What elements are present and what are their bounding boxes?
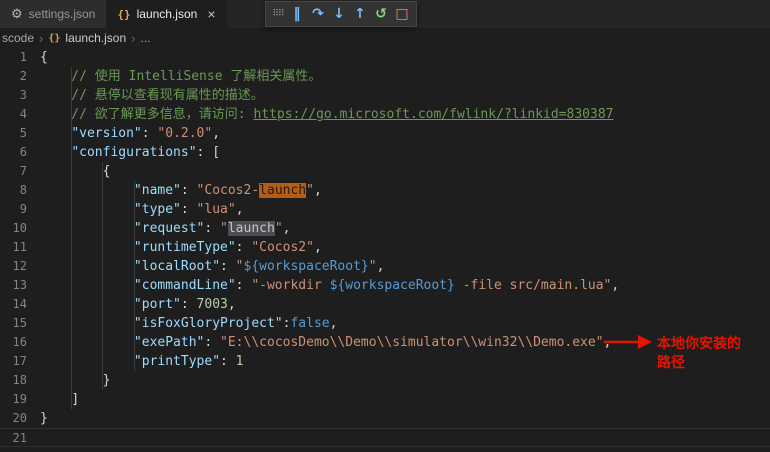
code-line[interactable]: 4 // 欲了解更多信息，请访问: https://go.microsoft.c… [0, 105, 770, 124]
annotation-arrow-icon [604, 335, 652, 349]
line-number[interactable]: 3 [0, 86, 27, 105]
code-content: "port": 7003, [133, 297, 236, 312]
debug-toolbar: ⠿⠿ ‖ ↷ ↓ ↑ ↺ □ [265, 1, 417, 27]
code-content [27, 429, 40, 446]
line-number[interactable]: 2 [0, 67, 27, 86]
code-content: // 悬停以查看现有属性的描述。 [40, 88, 264, 103]
code-content: } [40, 411, 48, 426]
json-braces-icon: {} [48, 32, 61, 44]
chevron-right-icon: › [131, 30, 136, 46]
annotation-line-1: 本地你安装的 [657, 336, 741, 352]
code-content: "printType": 1 [133, 354, 244, 369]
code-content: { [102, 164, 111, 179]
code-content: "exePath": "E:\\cocosDemo\\Demo\\simulat… [133, 335, 611, 350]
line-number[interactable]: 18 [0, 371, 27, 390]
code-line[interactable]: 6 "configurations": [ [0, 143, 770, 162]
code-content: "isFoxGloryProject":false, [133, 316, 338, 331]
code-line[interactable]: 7 { [0, 162, 770, 181]
editor-lines: 1{2 // 使用 IntelliSense 了解相关属性。 3 // 悬停以查看… [0, 48, 770, 447]
line-number[interactable]: 19 [0, 390, 27, 409]
drag-handle-icon[interactable]: ⠿⠿ [270, 3, 286, 25]
indent-guide [102, 162, 103, 390]
code-line[interactable]: 21 [0, 428, 770, 447]
step-out-icon[interactable]: ↑ [350, 3, 370, 25]
line-number[interactable]: 6 [0, 143, 27, 162]
line-number[interactable]: 8 [0, 181, 27, 200]
code-line[interactable]: 15 "isFoxGloryProject":false, [0, 314, 770, 333]
code-editor[interactable]: 1{2 // 使用 IntelliSense 了解相关属性。 3 // 悬停以查看… [0, 48, 770, 452]
tab-bar: ⚙ settings.json {} launch.json × ⠿⠿ ‖ ↷ ↓ ↑ ↺… [0, 0, 770, 28]
line-number[interactable]: 9 [0, 200, 27, 219]
line-number[interactable]: 20 [0, 409, 27, 428]
code-line[interactable]: 8 "name": "Cocos2-launch", [0, 181, 770, 200]
line-number[interactable]: 17 [0, 352, 27, 371]
line-number[interactable]: 16 [0, 333, 27, 352]
code-content: "configurations": [ [71, 145, 221, 160]
annotation-text: 本地你安装的 路径 [657, 335, 741, 373]
tab-launch-json[interactable]: {} launch.json × [106, 0, 227, 28]
code-content: "request": "launch", [133, 221, 291, 236]
pause-icon[interactable]: ‖ [287, 3, 307, 25]
code-line[interactable]: 9 "type": "lua", [0, 200, 770, 219]
indent-guide [134, 181, 135, 371]
line-number[interactable]: 15 [0, 314, 27, 333]
code-line[interactable]: 17 "printType": 1 [0, 352, 770, 371]
line-number[interactable]: 13 [0, 276, 27, 295]
code-line[interactable]: 3 // 悬停以查看现有属性的描述。 [0, 86, 770, 105]
gear-icon: ⚙ [11, 6, 23, 21]
line-number[interactable]: 7 [0, 162, 27, 181]
tab-label: launch.json [136, 7, 198, 21]
code-content: // 欲了解更多信息，请访问: https://go.microsoft.com… [40, 107, 614, 122]
code-line[interactable]: 14 "port": 7003, [0, 295, 770, 314]
step-over-icon[interactable]: ↷ [308, 3, 328, 25]
code-line[interactable]: 20} [0, 409, 770, 428]
code-content: "version": "0.2.0", [71, 126, 221, 141]
code-content: "type": "lua", [133, 202, 244, 217]
restart-icon[interactable]: ↺ [371, 3, 391, 25]
code-content: } [102, 373, 111, 388]
code-line[interactable]: 19 ] [0, 390, 770, 409]
code-line[interactable]: 10 "request": "launch", [0, 219, 770, 238]
code-line[interactable]: 18 } [0, 371, 770, 390]
close-tab-icon[interactable]: × [207, 6, 215, 22]
line-number[interactable]: 4 [0, 105, 27, 124]
step-into-icon[interactable]: ↓ [329, 3, 349, 25]
code-line[interactable]: 1{ [0, 48, 770, 67]
line-number[interactable]: 21 [0, 429, 27, 446]
breadcrumb: scode › {} launch.json › ... [0, 28, 770, 48]
code-content: "commandLine": "-workdir ${workspaceRoot… [133, 278, 620, 293]
code-line[interactable]: 11 "runtimeType": "Cocos2", [0, 238, 770, 257]
code-line[interactable]: 2 // 使用 IntelliSense 了解相关属性。 [0, 67, 770, 86]
stop-icon[interactable]: □ [392, 3, 412, 25]
code-line[interactable]: 16 "exePath": "E:\\cocosDemo\\Demo\\simu… [0, 333, 770, 352]
line-number[interactable]: 14 [0, 295, 27, 314]
code-line[interactable]: 12 "localRoot": "${workspaceRoot}", [0, 257, 770, 276]
breadcrumb-file[interactable]: launch.json [65, 31, 126, 45]
line-number[interactable]: 5 [0, 124, 27, 143]
breadcrumb-folder[interactable]: scode [2, 31, 34, 45]
indent-guide [71, 67, 72, 409]
line-number[interactable]: 10 [0, 219, 27, 238]
json-braces-icon: {} [117, 7, 131, 21]
line-number[interactable]: 11 [0, 238, 27, 257]
breadcrumb-symbol-more[interactable]: ... [140, 31, 150, 45]
code-line[interactable]: 13 "commandLine": "-workdir ${workspaceR… [0, 276, 770, 295]
annotation-line-2: 路径 [657, 355, 685, 371]
code-content: { [40, 50, 48, 65]
code-line[interactable]: 5 "version": "0.2.0", [0, 124, 770, 143]
tab-label: settings.json [28, 7, 96, 21]
chevron-right-icon: › [39, 30, 44, 46]
line-number[interactable]: 1 [0, 48, 27, 67]
tab-settings-json[interactable]: ⚙ settings.json [0, 0, 107, 28]
code-content: "localRoot": "${workspaceRoot}", [133, 259, 385, 274]
line-number[interactable]: 12 [0, 257, 27, 276]
